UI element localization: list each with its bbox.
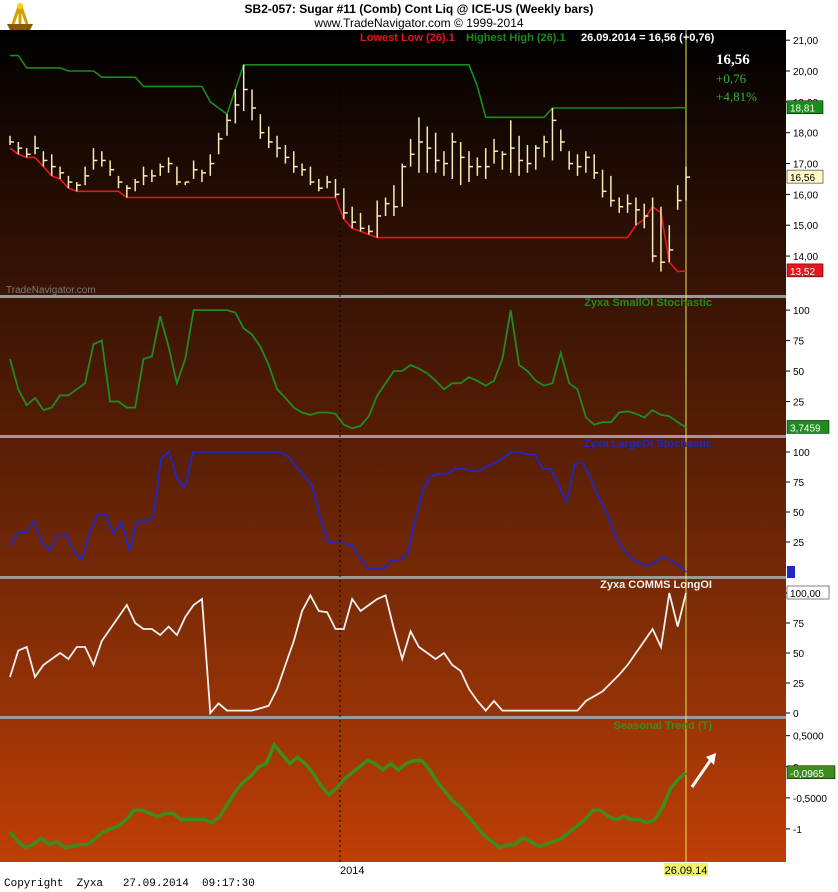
chart-canvas: 2014 26.09.14 Lowest Low (26).1 Highest … [0,30,838,877]
y-tick-label: 50 [793,367,805,378]
value-tag-label: -0,0965 [790,769,824,780]
y-tick-label: -0,5000 [793,794,827,805]
large-oi-title: Zyxa LargeOI Stochastic [584,438,712,450]
y-tick-label: 50 [793,508,805,519]
y-tick-label: 0 [793,709,799,720]
y-tick-label: 50 [793,649,805,660]
value-tag-label: 16,56 [790,173,815,184]
value-tag-label: 13,52 [790,267,815,278]
y-tick-label: 15,00 [793,221,818,232]
y-tick-label: -1 [793,825,802,836]
y-tick-label: 75 [793,619,805,630]
comms-title: Zyxa COMMS LongOI [600,579,712,591]
y-tick-label: 17,00 [793,160,818,171]
quote-change: +0,76 [716,71,747,86]
quote-change-pct: +4,81% [716,89,757,104]
y-tick-label: 25 [793,679,805,690]
legend-lowest-low: Lowest Low (26).1 [360,32,455,44]
chart-window: { "header": { "title": "SB2-057: Sugar #… [0,0,838,892]
y-tick-label: 75 [793,337,805,348]
legend-cursor-info: 26.09.2014 = 16,56 (+0,76) [581,32,715,44]
small-oi-panel [0,298,786,435]
seasonal-title: Seasonal Trend (T) [614,720,713,732]
quote-last: 16,56 [716,52,750,68]
large-oi-panel [0,438,786,576]
legend-highest-high: Highest High (26).1 [466,32,566,44]
value-tag-label: 100,00 [790,589,821,600]
small-oi-title: Zyxa SmallOI Stochastic [584,297,712,309]
value-tag-label: 18,81 [790,104,815,115]
cursor-date-label: 26.09.14 [665,865,708,877]
y-tick-label: 100 [793,448,810,459]
year-marker-label: 2014 [340,865,364,877]
y-tick-label: 0,5000 [793,732,824,743]
y-tick-label: 14,00 [793,252,818,263]
large-oi-marker [787,566,795,578]
y-tick-label: 25 [793,538,805,549]
y-tick-label: 16,00 [793,190,818,201]
watermark: TradeNavigator.com [6,285,96,296]
footer-copyright: Copyright Zyxa 27.09.2014 09:17:30 [4,878,255,890]
y-tick-label: 75 [793,478,805,489]
y-tick-label: 20,00 [793,67,818,78]
value-tag-label: 3,7459 [790,423,821,434]
date-axis [0,862,838,876]
y-tick-label: 100 [793,306,810,317]
y-tick-label: 25 [793,398,805,409]
y-tick-label: 21,00 [793,36,818,47]
y-tick-label: 18,00 [793,129,818,140]
